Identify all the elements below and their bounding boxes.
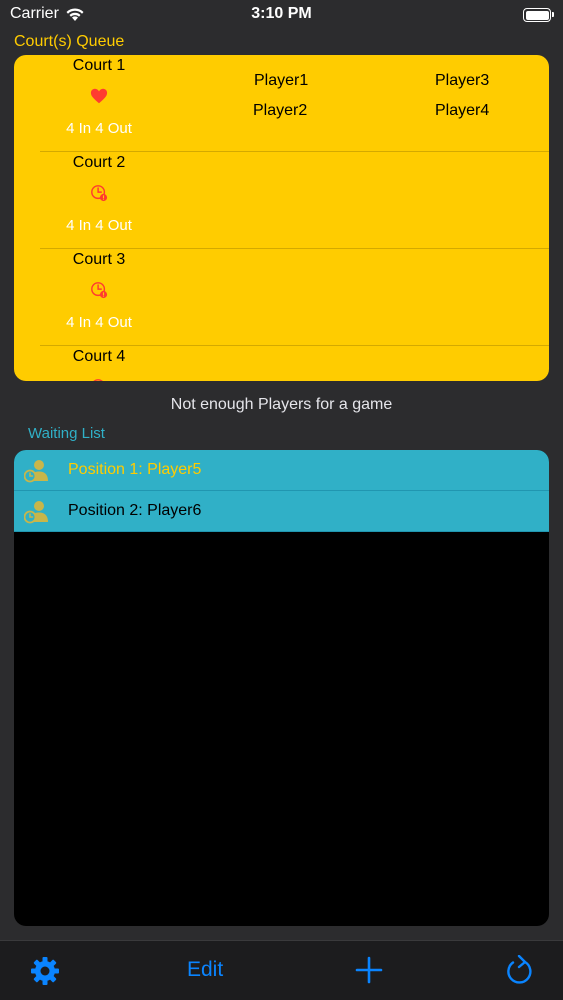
waiting-list[interactable]: Position 1: Player5 Position 2: Player6 (14, 450, 549, 926)
court-name: Court 1 (72, 57, 126, 74)
waiting-list-title: Waiting List (28, 425, 105, 442)
waiting-position-label: Position 2: Player6 (68, 502, 202, 519)
court-rule: 4 In 4 Out (66, 314, 132, 331)
player-label: Player4 (435, 102, 490, 119)
edit-button[interactable]: Edit (187, 958, 223, 982)
waiting-list-item[interactable]: Position 2: Player6 (14, 491, 549, 532)
add-icon[interactable] (355, 956, 383, 984)
court-row[interactable]: Court 3 4 In 4 Out (14, 249, 549, 346)
bottom-toolbar: Edit (0, 940, 563, 1000)
gear-icon[interactable] (29, 955, 61, 987)
court-row[interactable]: Court 2 4 In 4 Out (14, 152, 549, 249)
court-rule: 4 In 4 Out (66, 217, 132, 234)
clock-alert-icon (93, 379, 103, 381)
waiting-position-label: Position 1: Player5 (68, 461, 202, 478)
court-row[interactable]: Court 4 (14, 346, 549, 381)
court-name: Court 2 (72, 154, 126, 171)
battery-icon (523, 8, 554, 22)
clock-alert-icon (91, 185, 108, 202)
refresh-icon[interactable] (505, 955, 533, 985)
player-label: Player2 (253, 102, 308, 119)
player-label: Player3 (435, 72, 490, 89)
courts-queue-title: Court(s) Queue (14, 33, 125, 50)
heart-icon (90, 88, 108, 104)
player-label: Player1 (254, 72, 309, 89)
waiting-list-item[interactable]: Position 1: Player5 (14, 450, 549, 491)
player-waiting-icon (24, 501, 48, 524)
court-name: Court 3 (72, 251, 126, 268)
clock-alert-icon (91, 282, 108, 299)
courts-queue-list[interactable]: Court 1 4 In 4 Out Player1 Player3 Playe… (14, 55, 549, 381)
player-waiting-icon (24, 460, 48, 483)
court-name: Court 4 (72, 348, 126, 365)
status-bar: Carrier 3:10 PM (0, 0, 563, 30)
status-message: Not enough Players for a game (170, 396, 393, 413)
status-time: 3:10 PM (251, 5, 312, 22)
court-row[interactable]: Court 1 4 In 4 Out Player1 Player3 Playe… (14, 55, 549, 152)
court-rule: 4 In 4 Out (66, 120, 132, 137)
